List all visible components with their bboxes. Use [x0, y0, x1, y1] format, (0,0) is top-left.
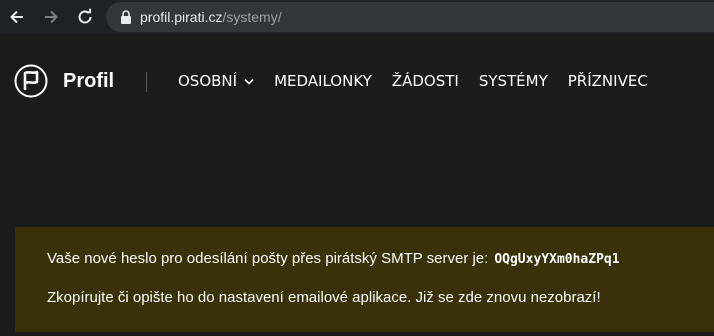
reload-icon	[78, 8, 92, 24]
address-bar[interactable]: profil.pirati.cz/systemy/	[106, 2, 714, 32]
back-button[interactable]	[6, 6, 28, 28]
pirate-flag-logo-icon[interactable]	[14, 64, 48, 98]
main-nav: Osobní Medailonky Žádosti Systémy Přízni…	[178, 72, 668, 90]
nav-item-label: Systémy	[478, 72, 548, 90]
url-path: /systemy/	[222, 9, 282, 25]
alert-instruction: Zkopírujte či opište ho do nastavení ema…	[47, 289, 601, 306]
nav-item-medailonky[interactable]: Medailonky	[274, 72, 372, 90]
reload-button[interactable]	[74, 6, 96, 28]
nav-item-label: Žádosti	[391, 72, 459, 90]
brand-title[interactable]: Profil	[63, 70, 114, 93]
password-alert: Vaše nové heslo pro odesílání pošty přes…	[15, 227, 714, 332]
chevron-down-icon	[244, 78, 254, 85]
nav-item-label: Příznivec	[567, 72, 648, 90]
arrow-left-icon	[10, 10, 23, 24]
nav-item-systemy[interactable]: Systémy	[479, 72, 548, 90]
url-text: profil.pirati.cz/systemy/	[140, 9, 282, 25]
nav-item-priznivec[interactable]: Příznivec	[568, 72, 648, 90]
nav-item-zadosti[interactable]: Žádosti	[392, 72, 459, 90]
nav-item-label: Osobní	[178, 72, 238, 90]
browser-toolbar: profil.pirati.cz/systemy/	[0, 0, 714, 34]
smtp-password[interactable]: OQgUxyYXm0haZPq1	[494, 252, 619, 267]
header-divider	[146, 72, 147, 92]
alert-message-text: Vaše nové heslo pro odesílání pošty přes…	[47, 250, 489, 267]
arrow-right-icon	[45, 10, 58, 24]
alert-message: Vaše nové heslo pro odesílání pošty přes…	[47, 250, 620, 267]
nav-item-label: Medailonky	[274, 72, 372, 90]
url-host: profil.pirati.cz	[140, 9, 223, 25]
nav-item-osobni[interactable]: Osobní	[178, 72, 254, 90]
forward-button[interactable]	[40, 6, 62, 28]
site-header: Profil Osobní Medailonky Žádosti Systémy…	[0, 34, 714, 130]
lock-icon	[121, 10, 131, 24]
